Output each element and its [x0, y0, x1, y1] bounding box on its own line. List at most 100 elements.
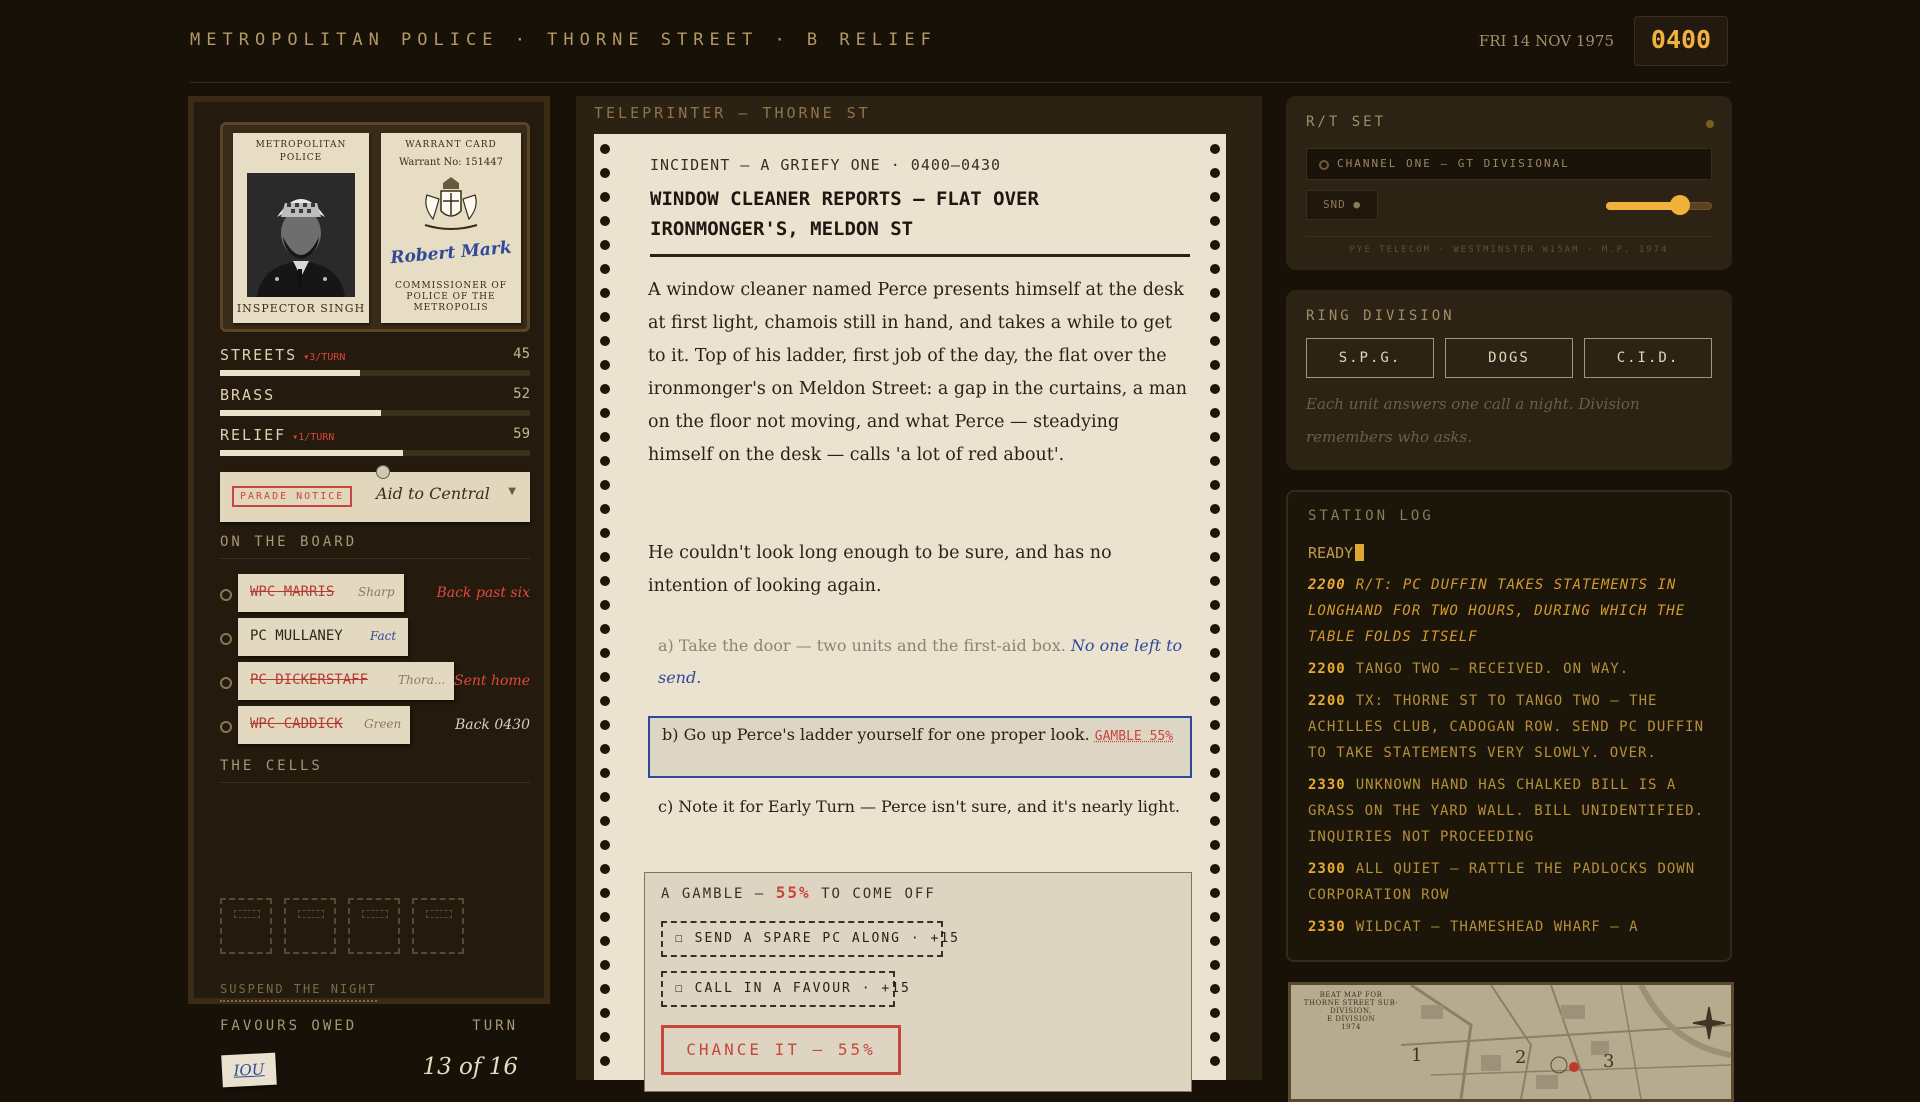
option-a-text: a) Take the door — two units and the fir… [658, 636, 1066, 655]
board-row[interactable]: PC MULLANEY Fact [220, 618, 530, 658]
sprocket-hole [600, 912, 610, 922]
status-dot-icon [220, 677, 232, 689]
inspector-portrait-icon [247, 173, 355, 297]
sound-toggle-button[interactable]: SND ● [1306, 190, 1378, 220]
gamble-suffix: TO COME OFF [821, 886, 936, 902]
sprocket-hole [600, 168, 610, 178]
ring-cid-button[interactable]: C.I.D. [1584, 338, 1712, 378]
log-entry-time: 2300 [1308, 861, 1346, 877]
officer-panel: METROPOLITAN POLICE INSPECTOR SINGH WARR… [188, 96, 550, 1088]
police-crest-icon [424, 177, 478, 230]
id-card-header: METROPOLITAN POLICE [233, 133, 369, 165]
cell-slot[interactable] [284, 898, 336, 954]
id-card-line2: POLICE [279, 153, 323, 163]
log-entry: 2200 R/T: PC DUFFIN TAKES STATEMENTS IN L… [1308, 572, 1708, 650]
ring-dogs-button[interactable]: DOGS [1445, 338, 1573, 378]
sprocket-hole [1210, 864, 1220, 874]
beat-map[interactable]: BEAT MAP FOR THORNE STREET SUB-DIVISION,… [1288, 982, 1734, 1102]
log-entry: 2330 WILDCAT — THAMESHEAD WHARF — A [1308, 914, 1708, 940]
sprocket-hole [600, 984, 610, 994]
pin-icon [376, 465, 390, 479]
status-dot-icon [220, 721, 232, 733]
log-ready-text: READY [1308, 544, 1354, 562]
suspend-night-link[interactable]: SUSPEND THE NIGHT [220, 982, 377, 1002]
board-row[interactable]: WPC MARRIS Sharp Back past six [220, 574, 530, 614]
sprocket-hole [1210, 768, 1220, 778]
board-row[interactable]: WPC CADDICK Green Back 0430 [220, 706, 530, 746]
chevron-down-icon: ▼ [508, 486, 516, 497]
cell-slot[interactable] [220, 898, 272, 954]
station-title: METROPOLITAN POLICE · THORNE STREET · B … [190, 30, 937, 50]
log-entry-text: TANGO TWO — RECEIVED. ON WAY. [1355, 661, 1630, 677]
station-log-panel[interactable]: STATION LOG READY 2200 R/T: PC DUFFIN TAK… [1286, 490, 1732, 962]
log-entry: 2300 ALL QUIET — RATTLE THE PADLOCKS DOWN… [1308, 856, 1708, 908]
cell-slot[interactable] [412, 898, 464, 954]
chance-it-button[interactable]: CHANCE IT — 55% [661, 1025, 901, 1075]
incident-body-2: He couldn't look long enough to be sure,… [648, 543, 1112, 596]
iou-chit[interactable]: IOU [221, 1052, 277, 1088]
officer-slip[interactable]: PC DICKERSTAFF Thora... [238, 662, 454, 700]
officer-slip-name: WPC CADDICK [250, 716, 343, 732]
sprocket-hole [600, 408, 610, 418]
sprocket-hole [600, 864, 610, 874]
send-spare-pc-checkbox[interactable]: ☐ SEND A SPARE PC ALONG · +15 [661, 921, 958, 957]
sprocket-hole [1210, 528, 1220, 538]
log-entry-text: UNKNOWN HAND HAS CHALKED BILL IS A GRASS… [1308, 777, 1705, 845]
sprocket-hole [600, 384, 610, 394]
sprocket-hole [600, 696, 610, 706]
ring-spg-button[interactable]: S.P.G. [1306, 338, 1434, 378]
teleprinter-title: TELEPRINTER — THORNE ST [594, 104, 871, 122]
sprocket-hole [1210, 360, 1220, 370]
option-b[interactable]: b) Go up Perce's ladder yourself for one… [648, 716, 1192, 778]
beat-number-2[interactable]: 2 [1515, 1047, 1526, 1068]
volume-slider-knob[interactable] [1670, 195, 1691, 215]
officer-slip[interactable]: WPC MARRIS Sharp [238, 574, 404, 612]
board-title: ON THE BOARD [220, 534, 530, 559]
officer-slip[interactable]: WPC CADDICK Green [238, 706, 410, 744]
log-entry: 2330 UNKNOWN HAND HAS CHALKED BILL IS A G… [1308, 772, 1708, 850]
meter-rate: ▾1/TURN [292, 432, 335, 443]
sprocket-hole [1210, 336, 1220, 346]
parade-notice-select[interactable]: PARADE NOTICE Aid to Central ▼ [220, 465, 530, 522]
sprocket-hole [1210, 744, 1220, 754]
sprocket-hole [600, 336, 610, 346]
beat-number-3[interactable]: 3 [1603, 1051, 1614, 1072]
sprocket-hole [600, 432, 610, 442]
sprocket-hole [1210, 624, 1220, 634]
volume-slider[interactable] [1606, 195, 1712, 215]
officer-slip-trait: Sharp [358, 585, 395, 599]
board-row[interactable]: PC DICKERSTAFF Thora... Sent home [220, 662, 530, 702]
officer-slip[interactable]: PC MULLANEY Fact [238, 618, 408, 656]
log-entry-time: 2200 [1308, 693, 1346, 709]
log-entry-time: 2330 [1308, 919, 1346, 935]
option-b-gamble-tag: GAMBLE 55% [1094, 729, 1174, 744]
beat-number-1[interactable]: 1 [1411, 1045, 1422, 1066]
meter-rate: ▾3/TURN [303, 352, 346, 363]
sprocket-holes-right [1208, 134, 1222, 1080]
cell-slot[interactable] [348, 898, 400, 954]
sprocket-hole [1210, 264, 1220, 274]
sprocket-hole [1210, 192, 1220, 202]
rt-set-title: R/T SET [1306, 114, 1387, 130]
meter-label: RELIEF ▾1/TURN [220, 426, 334, 444]
log-entry: 2200 TX: THORNE ST TO TANGO TWO — THE ACH… [1308, 688, 1708, 766]
officer-slip-trait: Fact [370, 629, 397, 643]
sprocket-hole [600, 144, 610, 154]
status-led-icon [1706, 120, 1714, 128]
sprocket-hole [600, 720, 610, 730]
meter-relief: RELIEF ▾1/TURN 59 [220, 426, 530, 458]
turn-counter: 13 of 16 [422, 1054, 518, 1080]
sprocket-hole [1210, 1008, 1220, 1018]
incident-title: WINDOW CLEANER REPORTS — FLAT OVER IRONM… [650, 188, 1039, 240]
option-c[interactable]: c) Note it for Early Turn — Perce isn't … [658, 794, 1188, 819]
parade-notice-stamp: PARADE NOTICE [232, 486, 353, 507]
meter-name: STREETS [220, 346, 298, 364]
call-in-favour-checkbox[interactable]: ☐ CALL IN A FAVOUR · +15 [661, 971, 909, 1007]
sprocket-hole [1210, 288, 1220, 298]
sprocket-hole [1210, 1056, 1220, 1066]
sprocket-hole [1210, 960, 1220, 970]
meter-name: BRASS [220, 386, 276, 404]
sprocket-hole [600, 936, 610, 946]
sprocket-hole [1210, 792, 1220, 802]
sprocket-hole [600, 672, 610, 682]
